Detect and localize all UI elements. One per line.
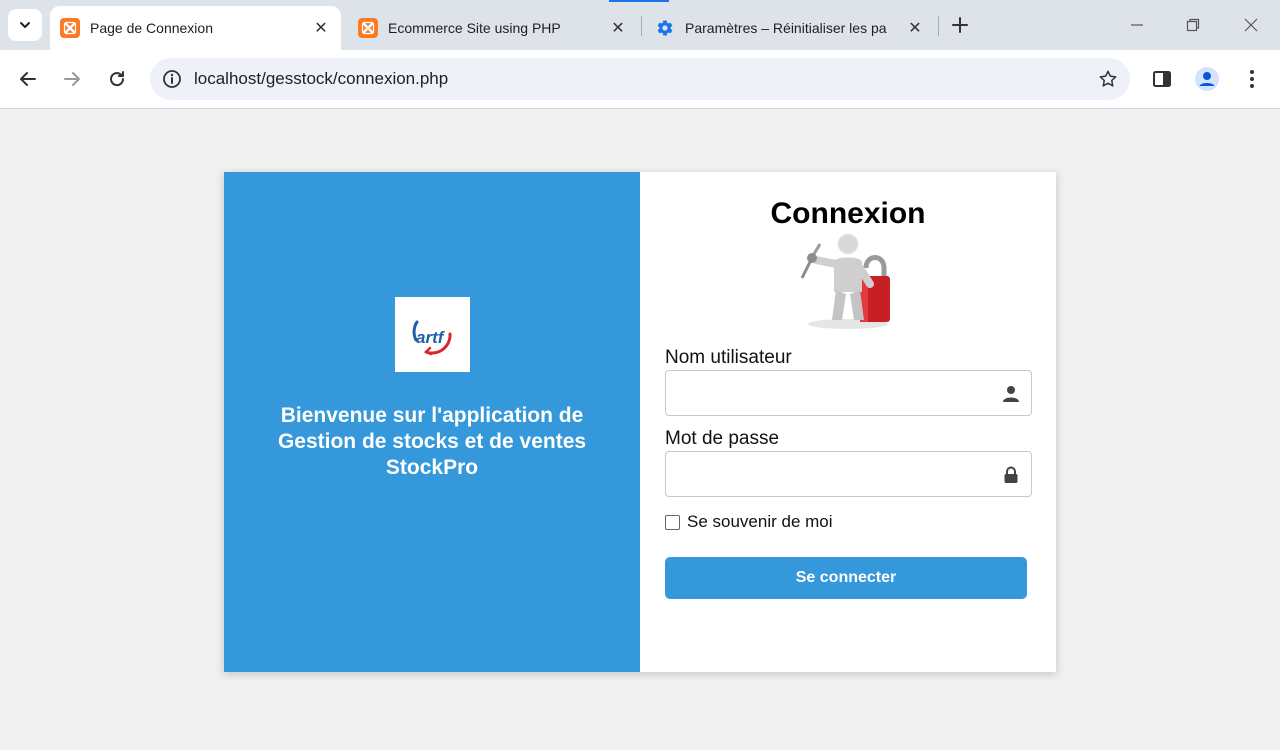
login-title: Connexion bbox=[770, 197, 926, 230]
side-panel-icon bbox=[1153, 71, 1171, 87]
tab-separator bbox=[938, 16, 939, 36]
username-label: Nom utilisateur bbox=[665, 347, 792, 368]
svg-text:artf: artf bbox=[416, 328, 446, 347]
login-button[interactable]: Se connecter bbox=[665, 557, 1027, 599]
tab-strip: Page de Connexion ✕ Ecommerce Site using… bbox=[0, 0, 1280, 50]
minimize-button[interactable] bbox=[1122, 10, 1152, 40]
profile-button[interactable] bbox=[1192, 64, 1222, 94]
close-icon bbox=[1244, 18, 1258, 32]
welcome-line: Bienvenue sur l'application de bbox=[280, 404, 584, 427]
browser-toolbar: localhost/gesstock/connexion.php bbox=[0, 50, 1280, 109]
password-input[interactable] bbox=[666, 452, 1031, 496]
close-window-button[interactable] bbox=[1236, 10, 1266, 40]
new-tab-button[interactable] bbox=[948, 13, 972, 37]
plus-icon bbox=[952, 17, 968, 33]
side-panel-button[interactable] bbox=[1147, 64, 1177, 94]
login-form-panel: Connexion Nom utilisateur Mot de passe S… bbox=[640, 172, 1056, 672]
tab-ecommerce-site[interactable]: Ecommerce Site using PHP ✕ bbox=[348, 6, 638, 50]
kebab-menu-icon bbox=[1250, 70, 1254, 88]
password-label: Mot de passe bbox=[665, 428, 780, 449]
user-icon bbox=[1003, 386, 1019, 402]
reload-button[interactable] bbox=[102, 64, 132, 94]
remember-me[interactable]: Se souvenir de moi bbox=[665, 512, 833, 532]
app-name: StockPro bbox=[385, 456, 479, 479]
xampp-icon bbox=[60, 18, 80, 38]
tab-close-icon[interactable]: ✕ bbox=[311, 18, 331, 38]
gear-icon bbox=[655, 18, 675, 38]
xampp-icon bbox=[358, 18, 378, 38]
reload-icon bbox=[110, 71, 125, 87]
address-bar-url[interactable]: localhost/gesstock/connexion.php bbox=[194, 69, 1086, 89]
tab-close-icon[interactable]: ✕ bbox=[905, 18, 925, 38]
welcome-message: Bienvenue sur l'application de Gestion d… bbox=[244, 403, 620, 481]
tab-page-de-connexion[interactable]: Page de Connexion ✕ bbox=[50, 6, 341, 50]
back-button[interactable] bbox=[13, 64, 43, 94]
key-padlock-illustration bbox=[800, 234, 890, 329]
login-card: artf Bienvenue sur l'application de Gest… bbox=[224, 172, 1056, 672]
artf-logo-icon: artf bbox=[412, 320, 452, 355]
minimize-icon bbox=[1131, 24, 1143, 26]
tab-separator bbox=[641, 16, 642, 36]
remember-me-label: Se souvenir de moi bbox=[687, 512, 833, 531]
tab-close-icon[interactable]: ✕ bbox=[608, 18, 628, 38]
forward-button[interactable] bbox=[57, 64, 87, 94]
arrow-left-icon bbox=[20, 72, 36, 86]
welcome-panel: artf Bienvenue sur l'application de Gest… bbox=[224, 172, 640, 672]
welcome-line: Gestion de stocks et de ventes bbox=[277, 430, 587, 453]
tab-parametres[interactable]: Paramètres – Réinitialiser les pa ✕ bbox=[645, 6, 935, 50]
username-field-wrapper bbox=[665, 370, 1032, 416]
restore-icon bbox=[1186, 18, 1200, 32]
tab-title: Ecommerce Site using PHP bbox=[388, 20, 561, 36]
address-bar[interactable]: localhost/gesstock/connexion.php bbox=[150, 58, 1130, 100]
restore-button[interactable] bbox=[1178, 10, 1208, 40]
tab-title: Paramètres – Réinitialiser les pa bbox=[685, 20, 887, 36]
password-field-wrapper bbox=[665, 451, 1032, 497]
chevron-down-icon bbox=[20, 22, 30, 28]
company-logo: artf bbox=[395, 297, 470, 372]
arrow-right-icon bbox=[64, 72, 80, 86]
bookmark-star-icon[interactable] bbox=[1086, 69, 1130, 89]
lock-icon bbox=[1004, 466, 1018, 483]
menu-button[interactable] bbox=[1237, 64, 1267, 94]
tab-search-button[interactable] bbox=[8, 9, 42, 41]
remember-me-checkbox[interactable] bbox=[665, 514, 680, 530]
avatar-icon bbox=[1195, 67, 1219, 91]
site-info-icon[interactable] bbox=[150, 69, 194, 89]
username-input[interactable] bbox=[666, 371, 1031, 415]
tab-loading-indicator bbox=[609, 0, 669, 2]
tab-title: Page de Connexion bbox=[90, 20, 213, 36]
